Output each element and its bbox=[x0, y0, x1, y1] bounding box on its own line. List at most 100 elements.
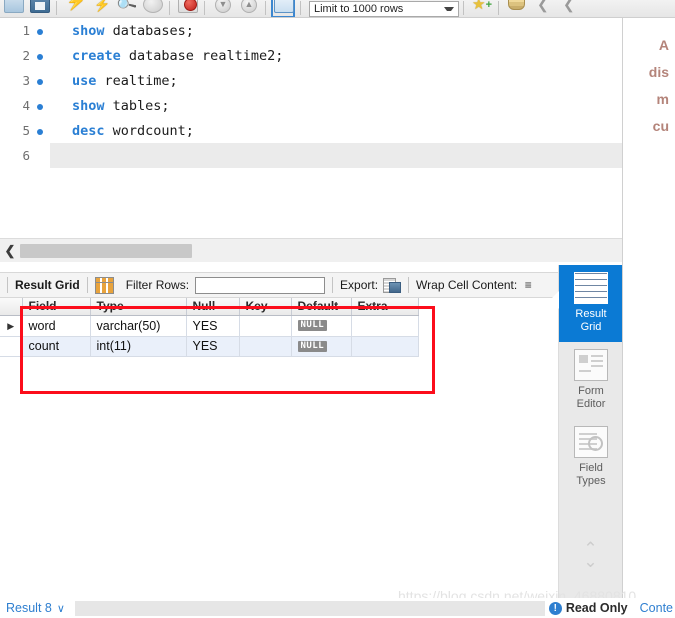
line-number: 1 bbox=[22, 23, 30, 38]
cell-field[interactable]: word bbox=[22, 315, 91, 337]
tab-label: Result Grid bbox=[559, 308, 623, 334]
chevron-left-icon[interactable]: ❮ bbox=[557, 0, 579, 17]
result-table: Field Type Null Key Default Extra ▶ word… bbox=[0, 298, 419, 357]
tab-label-line1: Field bbox=[579, 462, 603, 474]
tab-result-grid[interactable]: Result Grid bbox=[550, 265, 623, 342]
limit-rows-dropdown[interactable]: Limit to 1000 rows bbox=[309, 1, 459, 17]
main-toolbar: ⚡ ⚡ 🔍 ▼ ▲ Limit to 1000 rows ★ + ❮ ❮ bbox=[0, 0, 675, 18]
table-row[interactable]: ▶ word varchar(50) YES NULL bbox=[0, 315, 419, 337]
editor-horizontal-scrollbar[interactable]: ❮ bbox=[0, 238, 632, 262]
find-icon[interactable] bbox=[505, 0, 527, 17]
cell-null[interactable]: YES bbox=[186, 315, 240, 337]
warning-icon: ! bbox=[548, 601, 562, 615]
result-grid-area[interactable]: Field Type Null Key Default Extra ▶ word… bbox=[0, 298, 558, 598]
code-line[interactable]: 4 show tables; bbox=[0, 93, 631, 118]
tab-label: Form Editor bbox=[559, 385, 623, 411]
statement-marker-icon bbox=[30, 23, 50, 39]
beautify-icon[interactable]: ★ + bbox=[470, 0, 492, 17]
table-row[interactable]: count int(11) YES NULL bbox=[0, 336, 419, 357]
line-number: 6 bbox=[22, 148, 30, 163]
code-line[interactable]: 5 desc wordcount; bbox=[0, 118, 631, 143]
tabstrip-scroll-controls[interactable]: ⌃ ⌄ bbox=[559, 540, 622, 570]
tab-label-line1: Form bbox=[578, 385, 604, 397]
toolbar-separator bbox=[86, 277, 88, 293]
tab-field-types[interactable]: Field Types bbox=[559, 419, 623, 496]
row-selected-triangle-icon: ▶ bbox=[7, 320, 15, 331]
grid-view-icon[interactable] bbox=[94, 276, 114, 294]
status-bar: Result 8 ∨ ! Read Only Conte bbox=[0, 598, 675, 618]
cell-extra[interactable] bbox=[351, 336, 419, 357]
chevron-left-icon[interactable]: ❮ bbox=[0, 243, 20, 259]
tab-label: Field Types bbox=[559, 462, 623, 488]
filter-rows-input[interactable] bbox=[195, 276, 326, 294]
status-progress-strip bbox=[74, 600, 545, 616]
column-header-key[interactable]: Key bbox=[239, 298, 292, 316]
read-only-label: Read Only bbox=[565, 601, 628, 615]
export-icon[interactable] bbox=[383, 277, 402, 293]
tab-label-line2: Types bbox=[576, 475, 606, 487]
code-text: show databases; bbox=[50, 23, 631, 39]
sql-keyword: use bbox=[72, 72, 97, 89]
stop-on-error-icon[interactable] bbox=[176, 0, 198, 17]
stop-icon[interactable] bbox=[141, 0, 163, 17]
column-header-field[interactable]: Field bbox=[22, 298, 91, 316]
scrollbar-thumb[interactable] bbox=[20, 243, 192, 258]
execute-icon[interactable]: ⚡ bbox=[63, 0, 86, 17]
code-text: use realtime; bbox=[50, 73, 631, 89]
wrap-cell-icon[interactable]: ≡ bbox=[522, 278, 534, 293]
toolbar-separator bbox=[265, 1, 266, 15]
chevron-down-icon bbox=[444, 7, 454, 11]
tab-form-editor[interactable]: Form Editor bbox=[559, 342, 623, 419]
chevron-left-icon[interactable]: ❮ bbox=[531, 0, 553, 17]
sql-rest: databases; bbox=[104, 22, 194, 39]
sql-keyword: desc bbox=[72, 122, 105, 139]
cell-default[interactable]: NULL bbox=[291, 315, 352, 337]
explain-icon[interactable]: 🔍 bbox=[115, 0, 138, 17]
toolbar-separator bbox=[56, 1, 57, 15]
chevron-down-icon[interactable]: ∨ bbox=[57, 602, 65, 615]
cell-field[interactable]: count bbox=[22, 336, 91, 357]
result-set-label[interactable]: Result 8 bbox=[0, 601, 52, 615]
cell-type[interactable]: varchar(50) bbox=[90, 315, 187, 337]
toggle-whitespace-icon[interactable] bbox=[271, 0, 295, 17]
code-line-current[interactable]: 6 bbox=[0, 143, 631, 168]
cell-default[interactable]: NULL bbox=[291, 336, 352, 357]
cell-key[interactable] bbox=[239, 315, 292, 337]
cell-null[interactable]: YES bbox=[186, 336, 240, 357]
column-header-type[interactable]: Type bbox=[90, 298, 187, 316]
code-text bbox=[50, 143, 631, 168]
cell-type[interactable]: int(11) bbox=[90, 336, 187, 357]
statement-marker-icon bbox=[30, 123, 50, 139]
result-view-tabstrip: Result Grid Form Editor Field Types ⌃ ⌄ bbox=[550, 265, 623, 618]
chevron-down-icon[interactable]: ⌄ bbox=[559, 553, 622, 570]
row-marker[interactable]: ▶ bbox=[0, 315, 23, 337]
save-icon[interactable] bbox=[28, 0, 50, 17]
sql-rest: realtime; bbox=[96, 72, 178, 89]
limit-rows-value: Limit to 1000 rows bbox=[314, 3, 404, 15]
tab-label-line1: Result bbox=[575, 308, 607, 320]
code-text: desc wordcount; bbox=[50, 123, 631, 139]
execute-current-statement-icon[interactable]: ⚡ bbox=[89, 0, 111, 17]
result-grid-icon bbox=[574, 272, 608, 304]
result-grid-label: Result Grid bbox=[15, 278, 80, 292]
row-marker[interactable] bbox=[0, 336, 23, 357]
column-header-extra[interactable]: Extra bbox=[351, 298, 419, 316]
step-up-icon[interactable]: ▲ bbox=[237, 0, 259, 17]
cell-extra[interactable] bbox=[351, 315, 419, 337]
sql-rest: wordcount; bbox=[104, 122, 194, 139]
column-header-null[interactable]: Null bbox=[186, 298, 240, 316]
line-number: 4 bbox=[22, 98, 30, 113]
code-line[interactable]: 2 create database realtime2; bbox=[0, 43, 631, 68]
new-file-icon[interactable] bbox=[2, 0, 24, 17]
sql-editor[interactable]: 1 show databases; 2 create database real… bbox=[0, 18, 632, 236]
context-help-link[interactable]: Conte bbox=[640, 601, 675, 615]
code-line[interactable]: 3 use realtime; bbox=[0, 68, 631, 93]
form-editor-icon bbox=[574, 349, 608, 381]
null-badge: NULL bbox=[297, 340, 328, 352]
code-line[interactable]: 1 show databases; bbox=[0, 18, 631, 43]
cell-key[interactable] bbox=[239, 336, 292, 357]
code-text: create database realtime2; bbox=[50, 48, 631, 64]
sql-rest: database realtime2; bbox=[120, 47, 284, 64]
step-down-icon[interactable]: ▼ bbox=[211, 0, 233, 17]
column-header-default[interactable]: Default bbox=[291, 298, 352, 316]
